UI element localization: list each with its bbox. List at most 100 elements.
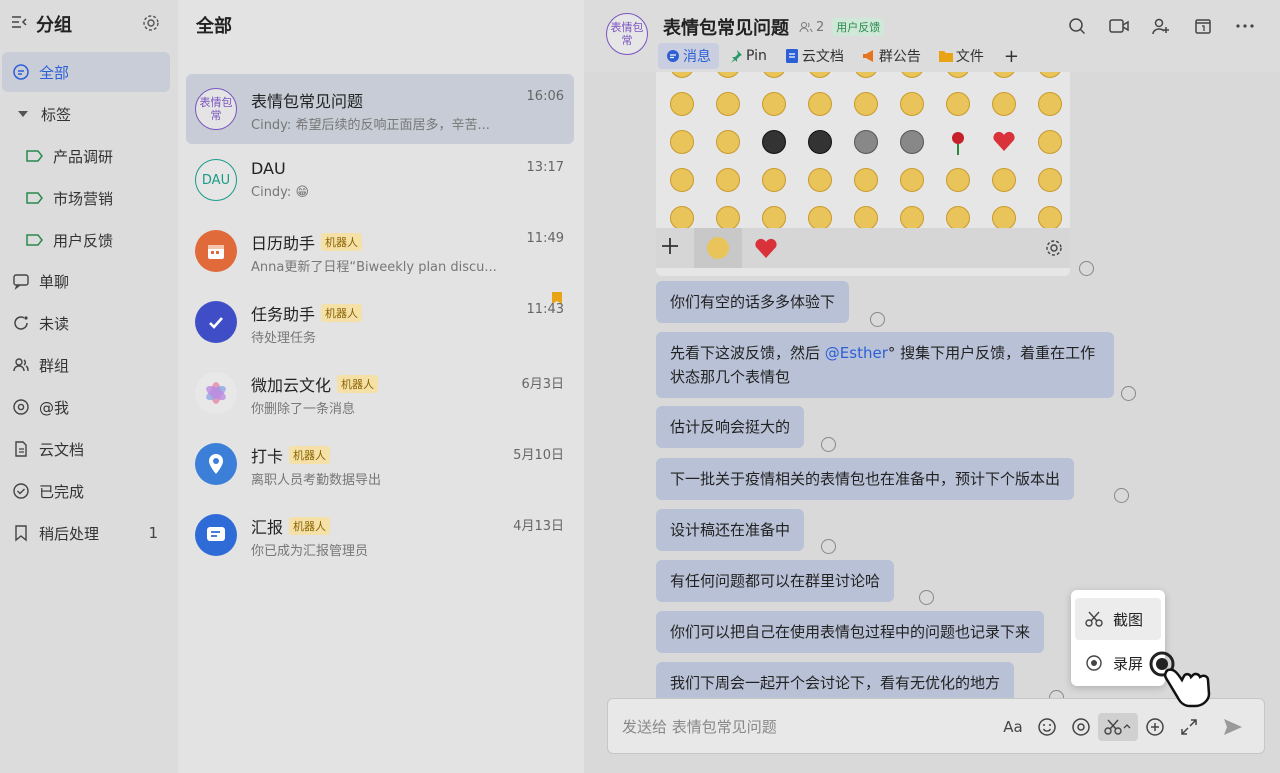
sidebar-item-direct[interactable]: 单聊: [2, 261, 170, 301]
message-bubble[interactable]: 下一批关于疫情相关的表情包也在准备中，预计下个版本出: [656, 458, 1075, 500]
message-bubble[interactable]: 估计反响会挺大的: [656, 406, 805, 448]
font-format-icon[interactable]: Aa: [996, 713, 1030, 741]
scissors-icon[interactable]: [1098, 713, 1138, 741]
calendar-icon[interactable]: [1182, 14, 1224, 38]
emoji-sticker-icon[interactable]: [670, 72, 694, 78]
emoji-sticker-icon[interactable]: [762, 168, 786, 192]
search-icon[interactable]: [1056, 14, 1098, 38]
emoji-sticker-icon[interactable]: [946, 92, 970, 116]
chat-avatar[interactable]: 表情包常: [606, 13, 648, 55]
emoji-sticker-icon[interactable]: [854, 168, 878, 192]
emoji-sticker-icon[interactable]: [762, 130, 786, 154]
emoji-sticker-icon[interactable]: [716, 130, 740, 154]
sidebar-item-product-research[interactable]: 产品调研: [2, 136, 170, 176]
conversation-item[interactable]: DAU DAU 13:17 Cindy: 😁: [186, 145, 574, 215]
message-bubble[interactable]: 设计稿还在准备中: [656, 509, 805, 551]
emoji-sticker-icon[interactable]: [900, 206, 924, 230]
emoji-sticker-icon[interactable]: [808, 72, 832, 78]
emoji-sticker-icon[interactable]: [808, 168, 832, 192]
plus-icon[interactable]: [660, 236, 680, 260]
smile-tab-icon[interactable]: [694, 228, 742, 268]
tab-files[interactable]: 文件: [931, 43, 992, 69]
screenshot-option[interactable]: 截图: [1075, 598, 1161, 640]
message-bubble[interactable]: 你们可以把自己在使用表情包过程中的问题也记录下来: [656, 611, 1045, 653]
mention-link[interactable]: @Esther: [825, 344, 888, 362]
message-bubble[interactable]: 我们下周会一起开个会讨论下，看有无优化的地方: [656, 662, 1015, 698]
emoji-sticker-icon[interactable]: [854, 130, 878, 154]
emoji-sticker-icon[interactable]: [716, 206, 740, 230]
emoji-sticker-icon[interactable]: [1038, 72, 1062, 78]
video-icon[interactable]: [1098, 14, 1140, 38]
sidebar-item-tags[interactable]: 标签: [2, 94, 170, 134]
collapse-icon[interactable]: [10, 13, 28, 35]
sidebar-item-marketing[interactable]: 市场营销: [2, 178, 170, 218]
conversation-item[interactable]: 日历助手 机器人 11:49 Anna更新了日程“Biweekly plan di…: [186, 216, 574, 286]
emoji-sticker-icon[interactable]: [900, 72, 924, 78]
emoji-sticker-icon[interactable]: [992, 72, 1016, 78]
conversation-item[interactable]: 微加云文化 机器人 6月3日 你删除了一条消息: [186, 358, 574, 428]
emoji-icon[interactable]: [1030, 713, 1064, 741]
sidebar-item-unread[interactable]: 未读: [2, 303, 170, 343]
emoji-sticker-icon[interactable]: [1038, 168, 1062, 192]
sidebar-item-groups[interactable]: 群组: [2, 345, 170, 385]
emoji-sticker-icon[interactable]: [900, 92, 924, 116]
emoji-sticker-icon[interactable]: [992, 92, 1016, 116]
tab-pin[interactable]: Pin: [721, 43, 775, 69]
add-member-icon[interactable]: [1140, 14, 1182, 38]
tab-messages[interactable]: 消息: [658, 43, 719, 69]
conversation-item[interactable]: 打卡 机器人 5月10日 离职人员考勤数据导出: [186, 429, 574, 499]
message-bubble[interactable]: 你们有空的话多多体验下: [656, 281, 850, 323]
emoji-sticker-icon[interactable]: [992, 206, 1016, 230]
sidebar-item-all[interactable]: 全部: [2, 52, 170, 92]
emoji-sticker-icon[interactable]: [670, 130, 694, 154]
emoji-sticker-icon[interactable]: [762, 72, 786, 78]
conversation-item[interactable]: 汇报 机器人 4月13日 你已成为汇报管理员: [186, 500, 574, 570]
emoji-sticker-icon[interactable]: [716, 92, 740, 116]
emoji-sticker-icon[interactable]: [716, 72, 740, 78]
emoji-sticker-icon[interactable]: [900, 168, 924, 192]
emoji-sticker-icon[interactable]: [716, 168, 740, 192]
emoji-sticker-icon[interactable]: [1038, 130, 1062, 154]
emoji-sticker-icon[interactable]: [762, 206, 786, 230]
emoji-sticker-icon[interactable]: [946, 168, 970, 192]
conversation-item[interactable]: 任务助手 机器人 11:43 待处理任务: [186, 287, 574, 357]
mention-icon[interactable]: [1064, 713, 1098, 741]
message-bubble[interactable]: 先看下这波反馈，然后 @Esther° 搜集下用户反馈，着重在工作状态那几个表情…: [656, 332, 1114, 398]
emoji-sticker-icon[interactable]: [854, 206, 878, 230]
heart-icon[interactable]: [754, 237, 778, 263]
emoji-sticker-icon[interactable]: [854, 92, 878, 116]
emoji-sticker-icon[interactable]: [946, 130, 970, 160]
emoji-sticker-icon[interactable]: [992, 168, 1016, 192]
emoji-sticker-icon[interactable]: [900, 130, 924, 154]
sidebar-item-later[interactable]: 稍后处理 1: [2, 513, 170, 553]
emoji-sticker-icon[interactable]: [762, 92, 786, 116]
add-tab-button[interactable]: +: [994, 43, 1029, 69]
gear-icon[interactable]: [1045, 239, 1063, 261]
emoji-sticker-icon[interactable]: [992, 130, 1016, 156]
sidebar-item-done[interactable]: 已完成: [2, 471, 170, 511]
emoji-sticker-icon[interactable]: [946, 206, 970, 230]
emoji-sticker-icon[interactable]: [670, 206, 694, 230]
emoji-sticker-icon[interactable]: [1038, 206, 1062, 230]
more-icon[interactable]: [1224, 14, 1266, 38]
emoji-sticker-icon[interactable]: [670, 168, 694, 192]
emoji-sticker-icon[interactable]: [946, 72, 970, 78]
add-circle-icon[interactable]: [1138, 713, 1172, 741]
gear-icon[interactable]: [142, 14, 160, 36]
message-bubble[interactable]: 有任何问题都可以在群里讨论哈: [656, 560, 895, 602]
sidebar-item-user-feedback[interactable]: 用户反馈: [2, 220, 170, 260]
emoji-sticker-icon[interactable]: [670, 92, 694, 116]
sidebar-item-mentions[interactable]: @我: [2, 387, 170, 427]
emoji-sticker-icon[interactable]: [854, 72, 878, 78]
tab-announcement[interactable]: 群公告: [854, 43, 929, 69]
send-icon[interactable]: [1216, 713, 1250, 741]
emoji-sticker-icon[interactable]: [808, 92, 832, 116]
chat-title[interactable]: 表情包常见问题: [663, 14, 789, 40]
expand-icon[interactable]: [1172, 713, 1206, 741]
emoji-sticker-icon[interactable]: [808, 206, 832, 230]
tab-docs[interactable]: 云文档: [777, 43, 852, 69]
emoji-sticker-icon[interactable]: [1038, 92, 1062, 116]
member-count[interactable]: 2: [799, 20, 824, 35]
emoji-sticker-icon[interactable]: [808, 130, 832, 154]
sidebar-item-docs[interactable]: 云文档: [2, 429, 170, 469]
